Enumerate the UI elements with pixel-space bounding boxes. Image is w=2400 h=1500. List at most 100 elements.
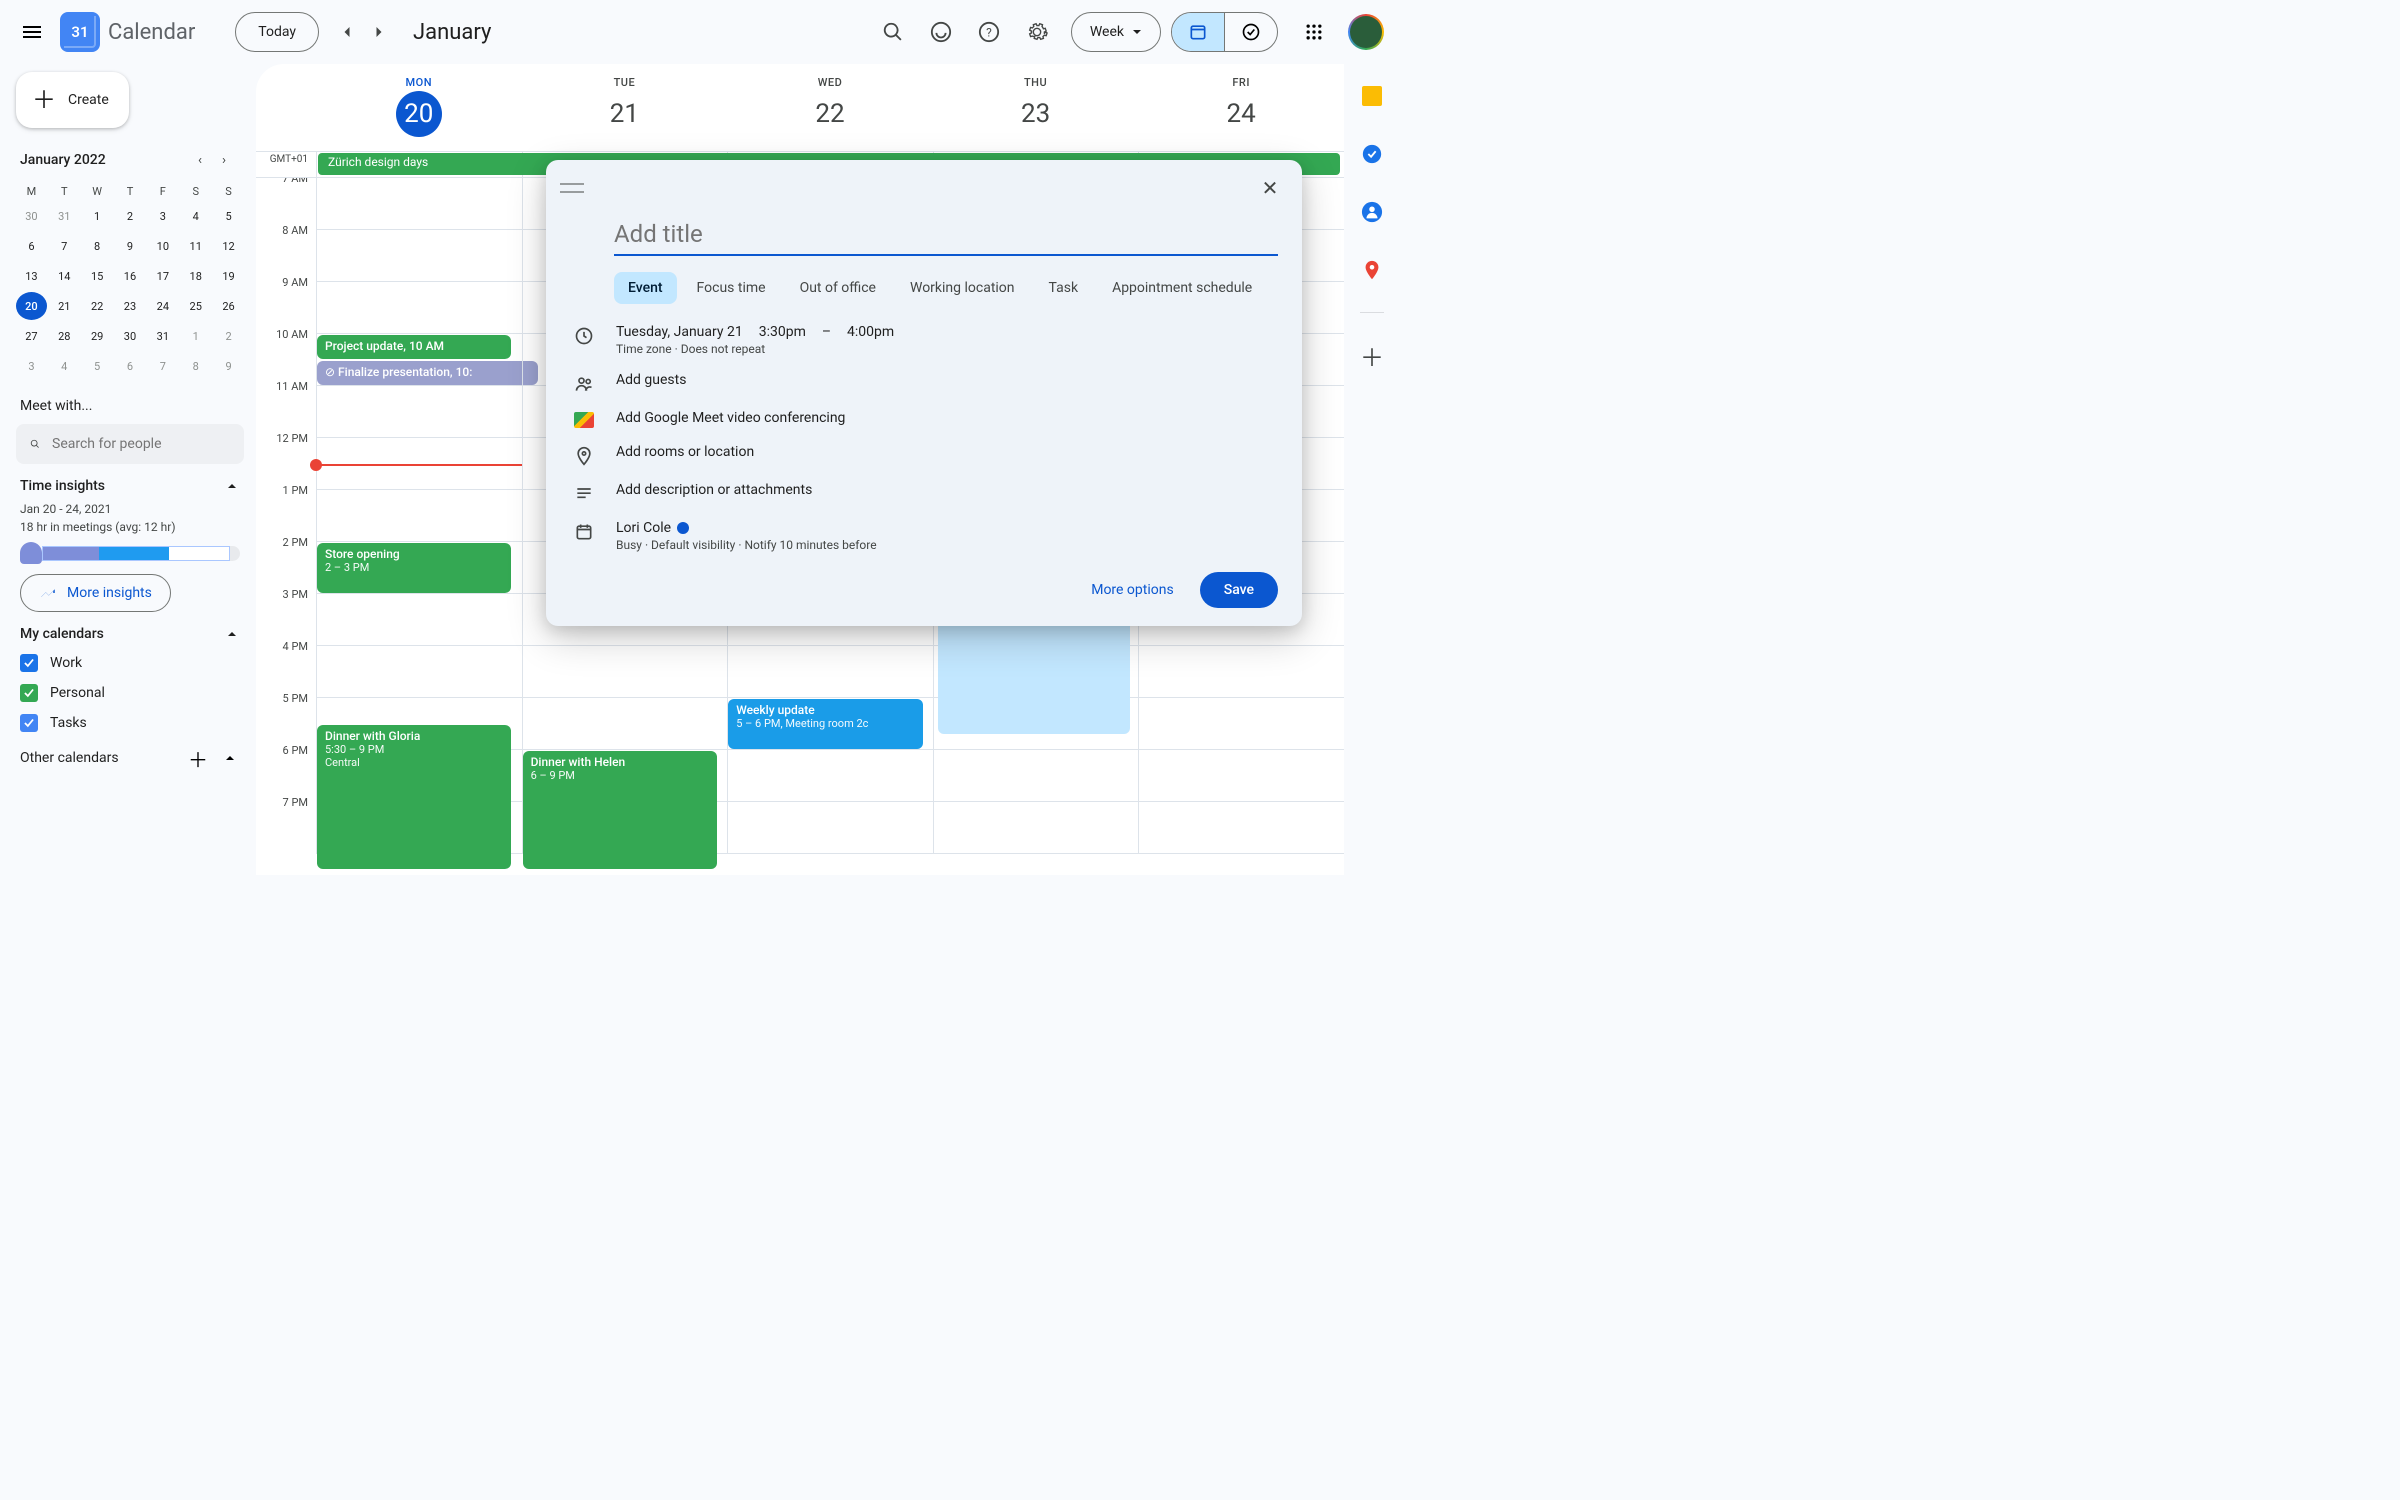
mini-cal-date[interactable]: 7 — [49, 232, 80, 260]
other-calendars-header[interactable]: Other calendars ＋ — [16, 738, 244, 778]
mini-cal-date[interactable]: 23 — [115, 292, 146, 320]
event-title-input[interactable] — [614, 214, 1278, 256]
checkbox-icon[interactable] — [20, 714, 38, 732]
day-header[interactable]: THU23 — [933, 64, 1139, 151]
mini-cal-date[interactable]: 31 — [147, 322, 178, 350]
mini-cal-date[interactable]: 28 — [49, 322, 80, 350]
day-header[interactable]: TUE21 — [522, 64, 728, 151]
day-header[interactable]: WED22 — [727, 64, 933, 151]
today-button[interactable]: Today — [235, 12, 319, 52]
save-button[interactable]: Save — [1200, 572, 1278, 608]
mini-cal-date[interactable]: 22 — [82, 292, 113, 320]
mini-cal-date[interactable]: 7 — [147, 352, 178, 380]
calendar-list-item[interactable]: Tasks — [16, 708, 244, 738]
mini-cal-date[interactable]: 4 — [49, 352, 80, 380]
calendar-list-item[interactable]: Work — [16, 648, 244, 678]
mini-cal-date[interactable]: 2 — [115, 202, 146, 230]
calendar-list-item[interactable]: Personal — [16, 678, 244, 708]
calendar-event[interactable]: Weekly update5 – 6 PM, Meeting room 2c — [728, 699, 922, 749]
event-type-tab[interactable]: Appointment schedule — [1098, 272, 1266, 304]
popup-meet-row[interactable]: Add Google Meet video conferencing — [546, 402, 1302, 436]
google-apps-button[interactable] — [1294, 12, 1334, 52]
time-selection[interactable] — [938, 620, 1130, 734]
keep-icon[interactable] — [1352, 76, 1392, 116]
calendar-mode-button[interactable] — [1172, 13, 1224, 51]
time-insights-header[interactable]: Time insights — [16, 472, 244, 500]
checkbox-icon[interactable] — [20, 684, 38, 702]
tasks-mode-button[interactable] — [1225, 13, 1277, 51]
mini-cal-date[interactable]: 26 — [213, 292, 244, 320]
calendar-event[interactable]: Project update, 10 AM — [317, 335, 511, 359]
view-selector[interactable]: Week — [1071, 12, 1161, 52]
settings-button[interactable] — [1017, 12, 1057, 52]
mini-cal-date[interactable]: 2 — [213, 322, 244, 350]
mini-cal-date[interactable]: 31 — [49, 202, 80, 230]
popup-organizer-row[interactable]: Lori Cole Busy · Default visibility · No… — [546, 512, 1302, 560]
event-type-tab[interactable]: Event — [614, 272, 677, 304]
mini-cal-date[interactable]: 15 — [82, 262, 113, 290]
event-type-tab[interactable]: Focus time — [683, 272, 780, 304]
mini-cal-date[interactable]: 1 — [82, 202, 113, 230]
mini-cal-date[interactable]: 8 — [82, 232, 113, 260]
account-avatar[interactable] — [1348, 14, 1384, 50]
get-addons-button[interactable]: ＋ — [1352, 335, 1392, 375]
popup-description-row[interactable]: Add description or attachments — [546, 474, 1302, 512]
add-other-calendar-button[interactable]: ＋ — [184, 744, 212, 772]
mini-cal-date[interactable]: 24 — [147, 292, 178, 320]
mini-cal-date[interactable]: 13 — [16, 262, 47, 290]
support-button[interactable]: ? — [969, 12, 1009, 52]
mini-cal-date[interactable]: 10 — [147, 232, 178, 260]
mini-cal-date[interactable]: 17 — [147, 262, 178, 290]
my-calendars-header[interactable]: My calendars — [16, 620, 244, 648]
mini-cal-date[interactable]: 1 — [180, 322, 211, 350]
calendar-event[interactable]: Store opening2 – 3 PM — [317, 543, 511, 593]
tasks-panel-icon[interactable] — [1352, 134, 1392, 174]
calendar-event[interactable]: Dinner with Helen6 – 9 PM — [523, 751, 717, 869]
mini-cal-date[interactable]: 4 — [180, 202, 211, 230]
mini-cal-date[interactable]: 12 — [213, 232, 244, 260]
mini-cal-date[interactable]: 16 — [115, 262, 146, 290]
search-people-field[interactable] — [16, 424, 244, 464]
main-menu-button[interactable] — [8, 8, 56, 56]
popup-time-row[interactable]: Tuesday, January 21 3:30pm – 4:00pm Time… — [546, 316, 1302, 364]
other-calendars-expand[interactable] — [216, 744, 244, 772]
mini-cal-date[interactable]: 14 — [49, 262, 80, 290]
mini-cal-date[interactable]: 20 — [16, 292, 47, 320]
drag-handle-icon[interactable] — [560, 183, 584, 193]
mini-cal-date[interactable]: 5 — [82, 352, 113, 380]
mini-cal-date[interactable]: 9 — [115, 232, 146, 260]
mini-cal-date[interactable]: 6 — [16, 232, 47, 260]
mini-cal-date[interactable]: 3 — [147, 202, 178, 230]
search-people-input[interactable] — [52, 436, 230, 452]
popup-close-button[interactable]: ✕ — [1252, 170, 1288, 206]
day-header[interactable]: FRI24 — [1138, 64, 1344, 151]
mini-cal-date[interactable]: 6 — [115, 352, 146, 380]
contacts-icon[interactable] — [1352, 192, 1392, 232]
event-type-tab[interactable]: Out of office — [786, 272, 890, 304]
mini-cal-date[interactable]: 19 — [213, 262, 244, 290]
mini-cal-next[interactable]: › — [212, 148, 236, 172]
event-type-tab[interactable]: Working location — [896, 272, 1029, 304]
checkbox-icon[interactable] — [20, 654, 38, 672]
mini-cal-date[interactable]: 3 — [16, 352, 47, 380]
calendar-event[interactable]: Dinner with Gloria5:30 – 9 PMCentral — [317, 725, 511, 869]
popup-guests-row[interactable]: Add guests — [546, 364, 1302, 402]
mini-cal-prev[interactable]: ‹ — [188, 148, 212, 172]
popup-location-row[interactable]: Add rooms or location — [546, 436, 1302, 474]
mini-cal-date[interactable]: 18 — [180, 262, 211, 290]
more-insights-button[interactable]: More insights — [20, 574, 171, 612]
mini-cal-date[interactable]: 11 — [180, 232, 211, 260]
mini-cal-date[interactable]: 30 — [115, 322, 146, 350]
calendar-event[interactable]: ⊘ Finalize presentation, 10: — [317, 361, 538, 385]
mini-cal-date[interactable]: 30 — [16, 202, 47, 230]
more-options-button[interactable]: More options — [1077, 572, 1188, 608]
next-period-button[interactable] — [363, 16, 395, 48]
mini-cal-date[interactable]: 5 — [213, 202, 244, 230]
status-button[interactable] — [921, 12, 961, 52]
logo[interactable]: 31 Calendar — [60, 12, 195, 52]
day-header[interactable]: MON20 — [316, 64, 522, 151]
mini-cal-date[interactable]: 27 — [16, 322, 47, 350]
maps-icon[interactable] — [1352, 250, 1392, 290]
mini-cal-date[interactable]: 21 — [49, 292, 80, 320]
mini-cal-date[interactable]: 9 — [213, 352, 244, 380]
